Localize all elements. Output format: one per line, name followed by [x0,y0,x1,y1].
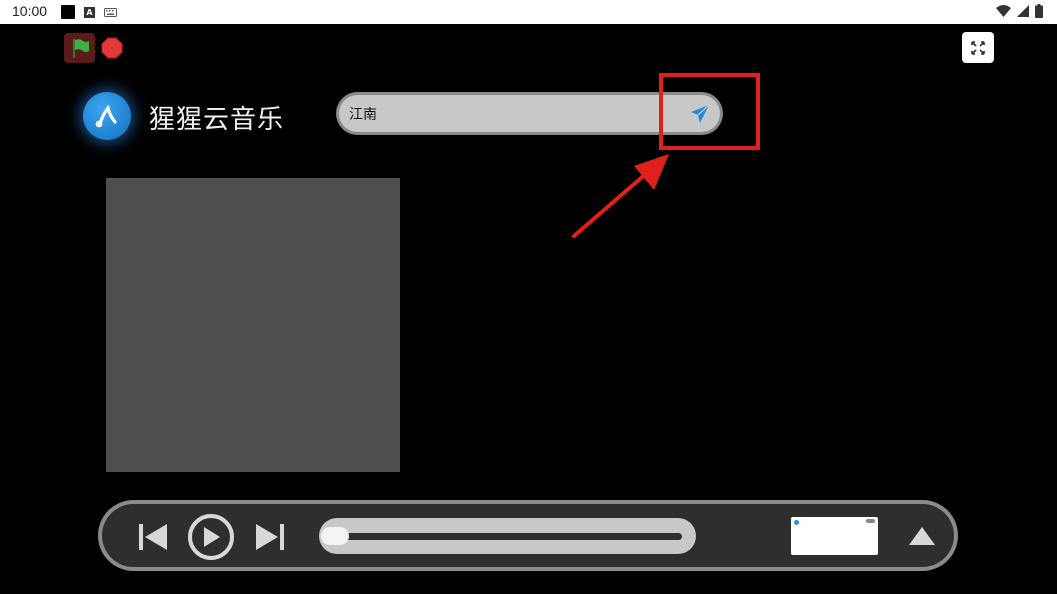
player-bar [98,500,958,571]
app-title: 猩猩云音乐 [149,105,285,135]
mini-pill [866,519,875,523]
stop-button[interactable] [101,37,123,63]
triangle-up-icon [909,527,935,545]
mini-logo-icon [794,520,799,525]
player-inner [102,504,954,567]
green-flag-button[interactable] [64,33,95,63]
expand-button[interactable] [908,526,936,550]
notification-square-icon [61,5,75,19]
play-button[interactable] [188,514,234,560]
status-time: 10:00 [12,3,48,19]
annotation-highlight-box [659,73,760,150]
stop-icon [101,37,123,59]
status-bar: 10:00 A [0,0,1057,24]
fullscreen-icon [971,40,985,55]
play-icon [204,527,220,547]
progress-knob[interactable] [321,527,349,545]
annotation-arrow-icon [572,154,669,238]
fullscreen-button[interactable] [962,32,994,63]
mini-preview-thumbnail[interactable] [791,517,878,555]
keyboard-icon [104,8,117,17]
signal-icon [1017,5,1029,17]
search-input[interactable] [349,95,649,132]
previous-button[interactable] [137,522,169,556]
next-button[interactable] [254,522,286,556]
progress-slider[interactable] [319,518,696,554]
app-logo [83,92,131,140]
status-icons [996,4,1043,18]
music-note-icon [95,104,117,128]
progress-line [333,533,682,540]
battery-icon [1035,4,1043,18]
album-cover [106,178,400,472]
notification-a-icon: A [84,7,95,18]
green-flag-icon [72,39,89,58]
wifi-icon [996,5,1011,17]
skip-previous-icon [139,524,167,550]
skip-next-icon [256,524,284,550]
